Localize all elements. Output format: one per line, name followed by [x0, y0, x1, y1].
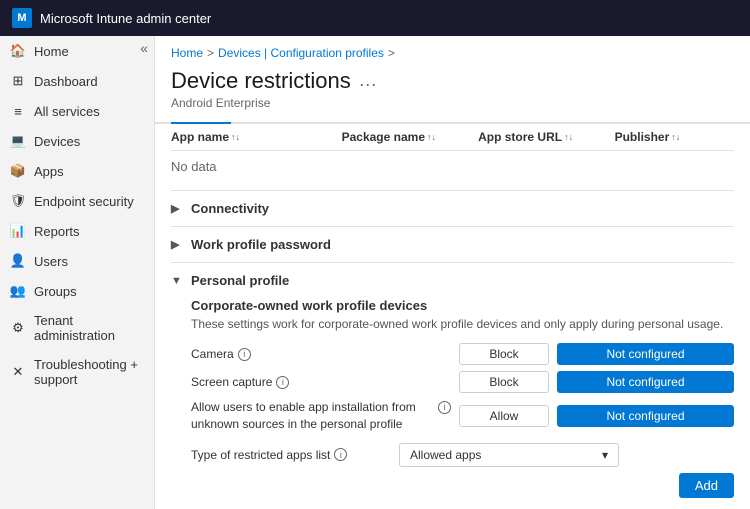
reports-icon: 📊	[10, 223, 26, 239]
sidebar-item-dashboard[interactable]: ⊞ Dashboard	[0, 66, 154, 96]
restricted-apps-info-icon[interactable]: i	[334, 448, 347, 461]
unknown-sources-label: Allow users to enable app installation f…	[191, 399, 451, 433]
section-personal-profile-header[interactable]: ▼ Personal profile	[171, 263, 734, 298]
camera-option[interactable]: Block	[459, 343, 549, 365]
breadcrumb-config-profiles[interactable]: Devices | Configuration profiles	[218, 46, 384, 60]
sidebar-label-endpoint-security: Endpoint security	[34, 194, 134, 209]
app-table-header: App name ↑↓ Package name ↑↓ App store UR…	[171, 124, 734, 151]
connectivity-chevron-icon: ▶	[171, 202, 185, 215]
restricted-apps-dropdown-icon: ▾	[602, 448, 608, 462]
top-bar-title: Microsoft Intune admin center	[40, 11, 211, 26]
breadcrumb-sep-1: >	[207, 46, 214, 60]
camera-info-icon[interactable]: i	[238, 348, 251, 361]
screen-capture-option[interactable]: Block	[459, 371, 549, 393]
app-table: App name ↑↓ Package name ↑↓ App store UR…	[171, 124, 734, 182]
breadcrumb-home[interactable]: Home	[171, 46, 203, 60]
sidebar-item-apps[interactable]: 📦 Apps	[0, 156, 154, 186]
tenant-admin-icon: ⚙	[10, 320, 26, 336]
unknown-sources-info-icon[interactable]: i	[438, 401, 451, 414]
sort-publisher-icon[interactable]: ↑↓	[671, 132, 680, 142]
restricted-apps-row: Type of restricted apps list i Allowed a…	[191, 443, 734, 467]
users-icon: 👤	[10, 253, 26, 269]
sidebar-item-endpoint-security[interactable]: 🛡 Endpoint security	[0, 186, 154, 216]
sort-url-icon[interactable]: ↑↓	[564, 132, 573, 142]
sidebar-item-tenant-admin[interactable]: ⚙ Tenant administration	[0, 306, 154, 350]
app-icon: M	[12, 8, 32, 28]
breadcrumb-sep-2: >	[388, 46, 395, 60]
apps-icon: 📦	[10, 163, 26, 179]
unknown-sources-not-configured-button[interactable]: Not configured	[557, 405, 734, 427]
personal-profile-chevron-icon: ▼	[171, 275, 185, 287]
work-profile-chevron-icon: ▶	[171, 238, 185, 251]
col-url: App store URL ↑↓	[478, 130, 614, 144]
section-work-profile-password-header[interactable]: ▶ Work profile password	[171, 227, 734, 262]
breadcrumb: Home > Devices | Configuration profiles …	[155, 36, 750, 64]
sidebar-label-devices: Devices	[34, 134, 80, 149]
endpoint-security-icon: 🛡	[10, 193, 26, 209]
main-content: Home > Devices | Configuration profiles …	[155, 36, 750, 509]
camera-setting-row: Camera i Block Not configured	[191, 343, 734, 365]
sort-app-name-icon[interactable]: ↑↓	[231, 132, 240, 142]
devices-icon: 💻	[10, 133, 26, 149]
screen-capture-label: Screen capture i	[191, 375, 451, 389]
troubleshooting-icon: ✕	[10, 364, 26, 380]
sort-pkg-name-icon[interactable]: ↑↓	[427, 132, 436, 142]
section-connectivity: ▶ Connectivity	[171, 190, 734, 226]
content-area: App name ↑↓ Package name ↑↓ App store UR…	[155, 124, 750, 509]
sidebar-label-home: Home	[34, 44, 69, 59]
section-personal-profile: ▼ Personal profile Corporate-owned work …	[171, 262, 734, 509]
page-header: Device restrictions Android Enterprise ·…	[155, 64, 750, 122]
corp-owned-title: Corporate-owned work profile devices	[191, 298, 734, 313]
sidebar-label-groups: Groups	[34, 284, 77, 299]
personal-profile-content: Corporate-owned work profile devices The…	[171, 298, 734, 509]
restricted-apps-label: Type of restricted apps list i	[191, 448, 391, 462]
restricted-apps-select[interactable]: Allowed apps ▾	[399, 443, 619, 467]
sidebar-label-all-services: All services	[34, 104, 100, 119]
dashboard-icon: ⊞	[10, 73, 26, 89]
sidebar-label-tenant-admin: Tenant administration	[34, 313, 144, 343]
page-subtitle: Android Enterprise	[171, 96, 351, 110]
sidebar-label-dashboard: Dashboard	[34, 74, 98, 89]
section-connectivity-header[interactable]: ▶ Connectivity	[171, 191, 734, 226]
camera-label: Camera i	[191, 347, 451, 361]
tab-bar	[155, 122, 750, 124]
sidebar-label-troubleshooting: Troubleshooting + support	[34, 357, 144, 387]
camera-not-configured-button[interactable]: Not configured	[557, 343, 734, 365]
col-pkg-name: Package name ↑↓	[342, 130, 478, 144]
col-app-name: App name ↑↓	[171, 130, 342, 144]
top-bar: M Microsoft Intune admin center	[0, 0, 750, 36]
sidebar-label-apps: Apps	[34, 164, 64, 179]
sidebar-label-reports: Reports	[34, 224, 80, 239]
all-services-icon: ≡	[10, 103, 26, 119]
unknown-sources-option[interactable]: Allow	[459, 405, 549, 427]
sidebar-label-users: Users	[34, 254, 68, 269]
sidebar-item-troubleshooting[interactable]: ✕ Troubleshooting + support	[0, 350, 154, 394]
page-title: Device restrictions	[171, 68, 351, 94]
more-actions-button[interactable]: ···	[359, 74, 377, 95]
sidebar-item-devices[interactable]: 💻 Devices	[0, 126, 154, 156]
unknown-sources-setting-row: Allow users to enable app installation f…	[191, 399, 734, 433]
sidebar-item-home[interactable]: 🏠 Home	[0, 36, 154, 66]
sidebar: « 🏠 Home ⊞ Dashboard ≡ All services 💻 Devices 📦 A…	[0, 36, 155, 509]
sidebar-item-all-services[interactable]: ≡ All services	[0, 96, 154, 126]
groups-icon: 👥	[10, 283, 26, 299]
corp-owned-desc: These settings work for corporate-owned …	[191, 317, 734, 331]
home-icon: 🏠	[10, 43, 26, 59]
app-table-no-data: No data	[171, 151, 734, 182]
sidebar-item-users[interactable]: 👤 Users	[0, 246, 154, 276]
tab-active-indicator	[171, 122, 231, 124]
screen-capture-not-configured-button[interactable]: Not configured	[557, 371, 734, 393]
section-work-profile-password: ▶ Work profile password	[171, 226, 734, 262]
sidebar-collapse-button[interactable]: «	[140, 40, 148, 56]
col-publisher: Publisher ↑↓	[615, 130, 734, 144]
add-button[interactable]: Add	[679, 473, 734, 498]
sidebar-item-reports[interactable]: 📊 Reports	[0, 216, 154, 246]
sidebar-item-groups[interactable]: 👥 Groups	[0, 276, 154, 306]
screen-capture-setting-row: Screen capture i Block Not configured	[191, 371, 734, 393]
screen-capture-info-icon[interactable]: i	[276, 376, 289, 389]
